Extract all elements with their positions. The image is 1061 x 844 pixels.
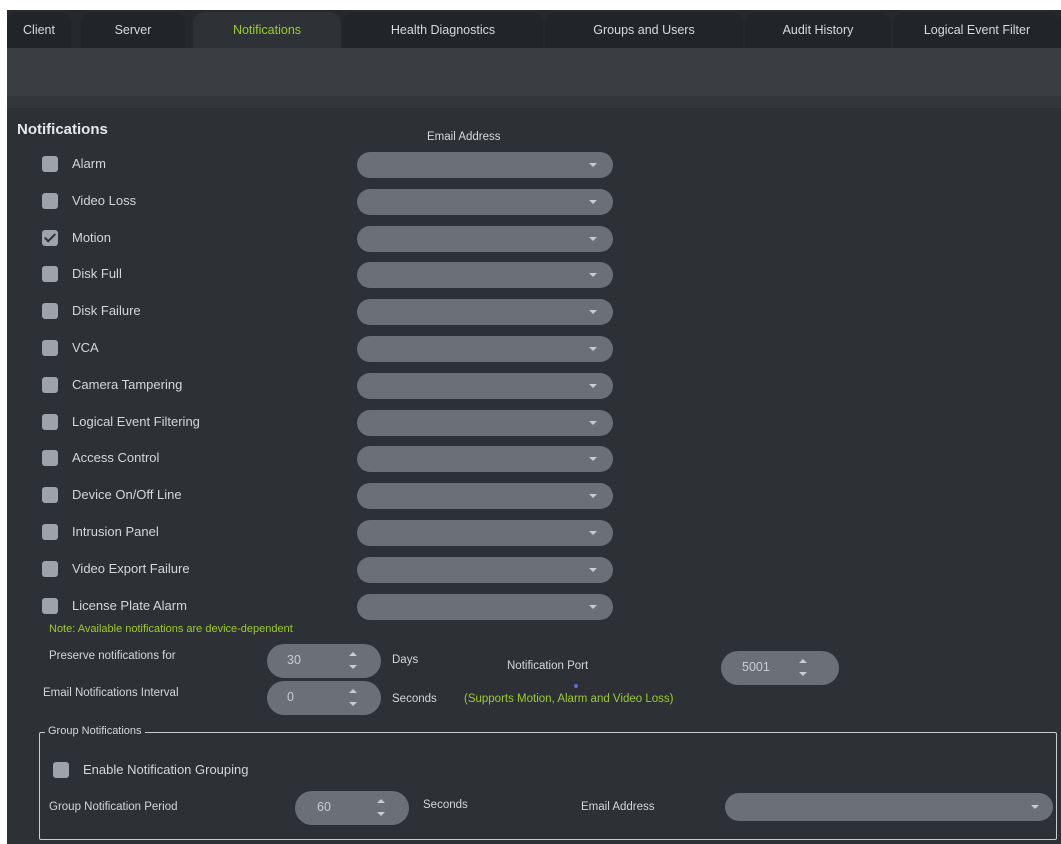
checkbox-disk-failure[interactable] — [42, 303, 58, 319]
email-dropdown-logical-event-filtering[interactable] — [357, 410, 613, 436]
enable-grouping-label: Enable Notification Grouping — [83, 762, 249, 777]
chevron-down-icon[interactable] — [589, 494, 597, 498]
section-title: Notifications — [17, 121, 108, 138]
email-dropdown-device-on-off-line[interactable] — [357, 483, 613, 509]
tab-groups-and-users[interactable]: Groups and Users — [545, 12, 743, 48]
checkbox-disk-full[interactable] — [42, 266, 58, 282]
email-dropdown-camera-tampering[interactable] — [357, 373, 613, 399]
label-vca: VCA — [72, 340, 99, 355]
label-alarm: Alarm — [72, 156, 106, 171]
email-interval-hint: (Supports Motion, Alarm and Video Loss) — [464, 693, 674, 705]
label-disk-full: Disk Full — [72, 266, 122, 281]
device-dependent-note: Note: Available notifications are device… — [49, 623, 293, 635]
chevron-down-icon[interactable] — [589, 421, 597, 425]
label-motion: Motion — [72, 230, 112, 245]
email-dropdown-motion[interactable] — [357, 226, 613, 252]
chevron-down-icon[interactable] — [589, 310, 597, 314]
group-period-value[interactable]: 60 — [317, 800, 331, 814]
email-interval-unit: Seconds — [392, 693, 437, 705]
checkbox-motion[interactable] — [42, 230, 58, 246]
label-access-control: Access Control — [72, 450, 160, 465]
tab-health-diagnostics[interactable]: Health Diagnostics — [343, 12, 543, 48]
notification-port-stepper[interactable]: 5001 — [721, 651, 839, 685]
email-interval-value[interactable]: 0 — [287, 690, 294, 704]
tab-server[interactable]: Server — [81, 12, 185, 48]
spinner-up-icon[interactable] — [377, 799, 385, 803]
label-license-plate-alarm: License Plate Alarm — [72, 598, 187, 613]
label-camera-tampering: Camera Tampering — [72, 377, 183, 392]
preserve-days-value[interactable]: 30 — [287, 653, 301, 667]
checkbox-camera-tampering[interactable] — [42, 377, 58, 393]
spinner-down-icon[interactable] — [349, 665, 357, 669]
group-period-unit: Seconds — [423, 799, 468, 811]
label-intrusion-panel: Intrusion Panel — [72, 524, 159, 539]
checkbox-logical-event-filtering[interactable] — [42, 414, 58, 430]
email-dropdown-disk-full[interactable] — [357, 262, 613, 288]
checkbox-intrusion-panel[interactable] — [42, 524, 58, 540]
email-dropdown-video-export-failure[interactable] — [357, 557, 613, 583]
group-email-label: Email Address — [581, 801, 655, 813]
email-dropdown-video-loss[interactable] — [357, 189, 613, 215]
email-interval-stepper[interactable]: 0 — [267, 681, 381, 715]
tab-bar: Client Server Notifications Health Diagn… — [7, 10, 1061, 48]
notification-port-value[interactable]: 5001 — [742, 660, 770, 674]
group-period-stepper[interactable]: 60 — [295, 791, 409, 825]
enable-grouping-checkbox[interactable] — [53, 762, 69, 778]
chevron-down-icon[interactable] — [589, 531, 597, 535]
tab-audit-history[interactable]: Audit History — [745, 12, 891, 48]
group-notifications-legend: Group Notifications — [45, 725, 145, 737]
checkbox-license-plate-alarm[interactable] — [42, 598, 58, 614]
chevron-down-icon[interactable] — [589, 568, 597, 572]
spinner-up-icon[interactable] — [349, 652, 357, 656]
tab-client[interactable]: Client — [7, 12, 71, 48]
preserve-unit: Days — [392, 654, 419, 666]
checkbox-video-export-failure[interactable] — [42, 561, 58, 577]
label-disk-failure: Disk Failure — [72, 303, 141, 318]
spinner-up-icon[interactable] — [799, 659, 807, 663]
spinner-down-icon[interactable] — [799, 672, 807, 676]
notification-port-label: Notification Port — [507, 660, 589, 672]
label-video-export-failure: Video Export Failure — [72, 561, 190, 576]
chevron-down-icon[interactable] — [1031, 805, 1039, 809]
email-dropdown-alarm[interactable] — [357, 152, 613, 178]
label-video-loss: Video Loss — [72, 193, 137, 208]
chevron-down-icon[interactable] — [589, 457, 597, 461]
label-device-on-off-line: Device On/Off Line — [72, 487, 182, 502]
group-email-dropdown[interactable] — [725, 793, 1053, 821]
tab-logical-event-filter[interactable]: Logical Event Filter — [893, 12, 1061, 48]
spinner-up-icon[interactable] — [349, 689, 357, 693]
toolbar-area — [7, 48, 1061, 108]
chevron-down-icon[interactable] — [589, 347, 597, 351]
email-dropdown-vca[interactable] — [357, 336, 613, 362]
preserve-label: Preserve notifications for — [49, 650, 176, 662]
checkbox-device-on-off-line[interactable] — [42, 487, 58, 503]
preserve-days-stepper[interactable]: 30 — [267, 644, 381, 678]
spinner-down-icon[interactable] — [377, 812, 385, 816]
group-notifications-box — [39, 732, 1057, 840]
checkbox-alarm[interactable] — [42, 156, 58, 172]
email-interval-label: Email Notifications Interval — [43, 687, 179, 699]
checkbox-video-loss[interactable] — [42, 193, 58, 209]
chevron-down-icon[interactable] — [589, 273, 597, 277]
email-dropdown-access-control[interactable] — [357, 446, 613, 472]
settings-window: Client Server Notifications Health Diagn… — [7, 10, 1061, 844]
checkbox-vca[interactable] — [42, 340, 58, 356]
group-period-label: Group Notification Period — [49, 801, 178, 813]
checkbox-access-control[interactable] — [42, 450, 58, 466]
chevron-down-icon[interactable] — [589, 163, 597, 167]
chevron-down-icon[interactable] — [589, 605, 597, 609]
spinner-down-icon[interactable] — [349, 702, 357, 706]
chevron-down-icon[interactable] — [589, 384, 597, 388]
chevron-down-icon[interactable] — [589, 237, 597, 241]
email-dropdown-license-plate-alarm[interactable] — [357, 594, 613, 620]
tab-notifications[interactable]: Notifications — [193, 12, 341, 48]
email-address-column-header: Email Address — [427, 131, 501, 143]
chevron-down-icon[interactable] — [589, 200, 597, 204]
email-dropdown-intrusion-panel[interactable] — [357, 520, 613, 546]
focus-indicator — [574, 684, 578, 688]
email-dropdown-disk-failure[interactable] — [357, 299, 613, 325]
label-logical-event-filtering: Logical Event Filtering — [72, 414, 200, 429]
